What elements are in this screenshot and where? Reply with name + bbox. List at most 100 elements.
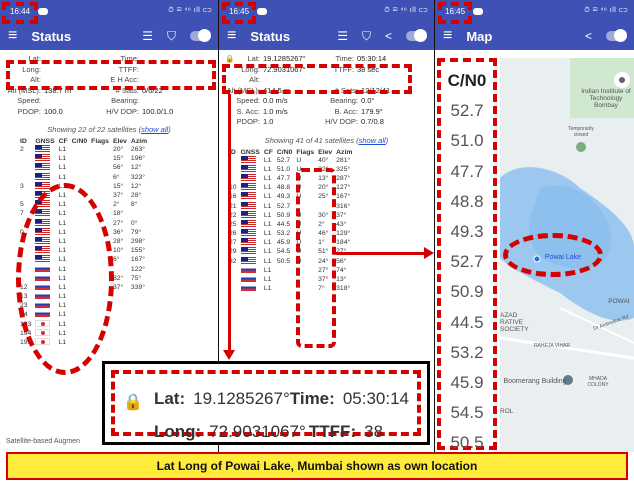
column-header: Flags [91, 138, 109, 145]
bearing-value: 0.0° [361, 96, 375, 105]
table-row: L1 56° 12° [18, 163, 149, 172]
elevation: 20° [112, 146, 124, 154]
azimuth: 167° [336, 193, 351, 201]
cn0-value: 48.8 [276, 184, 291, 192]
elevation: 6° [112, 256, 120, 264]
cn0-value [275, 284, 295, 293]
highlight-latlong-1 [6, 60, 216, 90]
azimuth: 155° [130, 247, 145, 255]
elevation [111, 301, 129, 310]
table-row: 2 L1 20° 263° [18, 145, 149, 154]
gps-toggle[interactable] [190, 29, 211, 42]
highlight-gnss-ellipse [16, 183, 114, 375]
elevation [111, 320, 129, 329]
sat-id [18, 163, 33, 172]
carrier-freq: L1 [263, 193, 272, 201]
cn0-value: 49.3 [276, 193, 291, 201]
status-icons: ⏱ ✉ ⁴⁶ ıll ⊂⊃ [384, 7, 428, 14]
status-icons: ⏱ ✉ ⁴⁶ ıll ⊂⊃ [168, 7, 212, 14]
flag-us-icon [240, 247, 256, 255]
azimuth: 122° [130, 265, 145, 273]
show-all-link[interactable]: show all [359, 136, 386, 145]
azimuth: 56° [336, 257, 347, 265]
gps-toggle[interactable] [406, 29, 427, 42]
showing-suffix: ) [385, 135, 389, 145]
gnss-flag [239, 201, 262, 210]
cn0-value [70, 173, 90, 182]
azimuth: 79° [130, 228, 142, 236]
hvdop-value: 0.7/0.8 [361, 117, 384, 126]
pdop-value: 100.0 [44, 106, 63, 116]
carrier-freq: L1 [263, 156, 272, 164]
column-header: GNSS [240, 148, 260, 156]
flag-us-icon [35, 172, 51, 180]
sort-icon[interactable]: ☰ [337, 29, 348, 43]
elevation [111, 310, 129, 319]
flag-us-icon [35, 145, 51, 153]
caption-banner: Lat Long of Powai Lake, Mumbai shown as … [6, 452, 628, 480]
column-header: ID [20, 138, 27, 145]
cn0-value [70, 163, 90, 172]
share-icon[interactable]: < [585, 29, 592, 43]
menu-icon[interactable]: ≡ [8, 27, 17, 45]
cn0-zoom-value: 52.7 [450, 252, 484, 272]
map-label-powai: POWAI [608, 298, 630, 305]
bearing-label: Bearing: [111, 96, 139, 105]
notification-icon [38, 7, 49, 15]
showing-suffix: ) [168, 125, 171, 134]
speed-label: Speed: [17, 96, 41, 105]
sort-icon[interactable]: ☰ [142, 29, 153, 43]
cn0-zoom-value: 44.5 [450, 312, 484, 332]
table-row: L1 6° 323° [18, 172, 149, 182]
azimuth: 339° [130, 283, 145, 291]
carrier-freq: L1 [263, 230, 272, 238]
share-icon[interactable]: < [385, 29, 392, 43]
column-header: C/N0 [276, 148, 293, 156]
gnss-flag [239, 265, 262, 275]
arrow-right [336, 252, 424, 255]
azimuth: 0° [130, 219, 138, 227]
cn0-value: 52.7 [276, 156, 291, 164]
cn0-zoom-value: 52.7 [450, 101, 484, 121]
gnss-flag [239, 275, 262, 284]
azimuth: 281° [336, 156, 351, 164]
elevation: 6° [112, 173, 120, 181]
azimuth: 13° [336, 276, 347, 284]
carrier-freq: L1 [58, 155, 67, 163]
bearing-label: Bearing: [330, 96, 358, 105]
flag-us-icon [240, 229, 256, 237]
highlight-cn0-column [296, 168, 336, 348]
showing-text: Showing 41 of 41 satellites ( [264, 135, 359, 145]
filter-icon[interactable]: ⛉ [167, 29, 176, 44]
gps-toggle[interactable] [606, 29, 627, 42]
pdop-value: 1.0 [263, 117, 274, 126]
table-row: L1 15° 196° [18, 154, 149, 163]
sat-id: 2 [20, 146, 24, 154]
speed-value [44, 96, 102, 107]
azimuth: 12° [130, 164, 142, 172]
azimuth: 318° [336, 285, 351, 293]
lock-icon: 🔒 [123, 394, 143, 411]
carrier-freq: L1 [263, 211, 272, 219]
menu-icon[interactable]: ≡ [443, 27, 452, 45]
gnss-flag [239, 256, 262, 266]
satellite-count: Showing 22 of 22 satellites (show all) [0, 125, 218, 134]
app-toolbar: ≡ Map < [435, 22, 634, 50]
flags-value [89, 163, 111, 172]
azimuth: 127° [336, 184, 351, 192]
show-all-link[interactable]: show all [141, 125, 168, 134]
highlight-time-2 [222, 2, 256, 24]
menu-icon[interactable]: ≡ [227, 27, 236, 45]
page-title: Map [466, 28, 493, 44]
azimuth: 323° [130, 173, 145, 181]
gnss-flag [239, 192, 262, 201]
sacc-value: 1.0 m/s [263, 106, 288, 116]
latlong-zoom-callout: 🔒 Lat: 19.1285267° Time: 05:30:14 Long: 72.9… [102, 361, 430, 474]
filter-icon[interactable]: ⛉ [362, 29, 371, 44]
azimuth [129, 209, 149, 218]
azimuth [129, 301, 149, 310]
flag-us-icon [240, 155, 256, 163]
gnss-flag [239, 183, 262, 192]
elevation: 15° [112, 182, 124, 190]
cn0-value: 50.5 [276, 257, 291, 265]
